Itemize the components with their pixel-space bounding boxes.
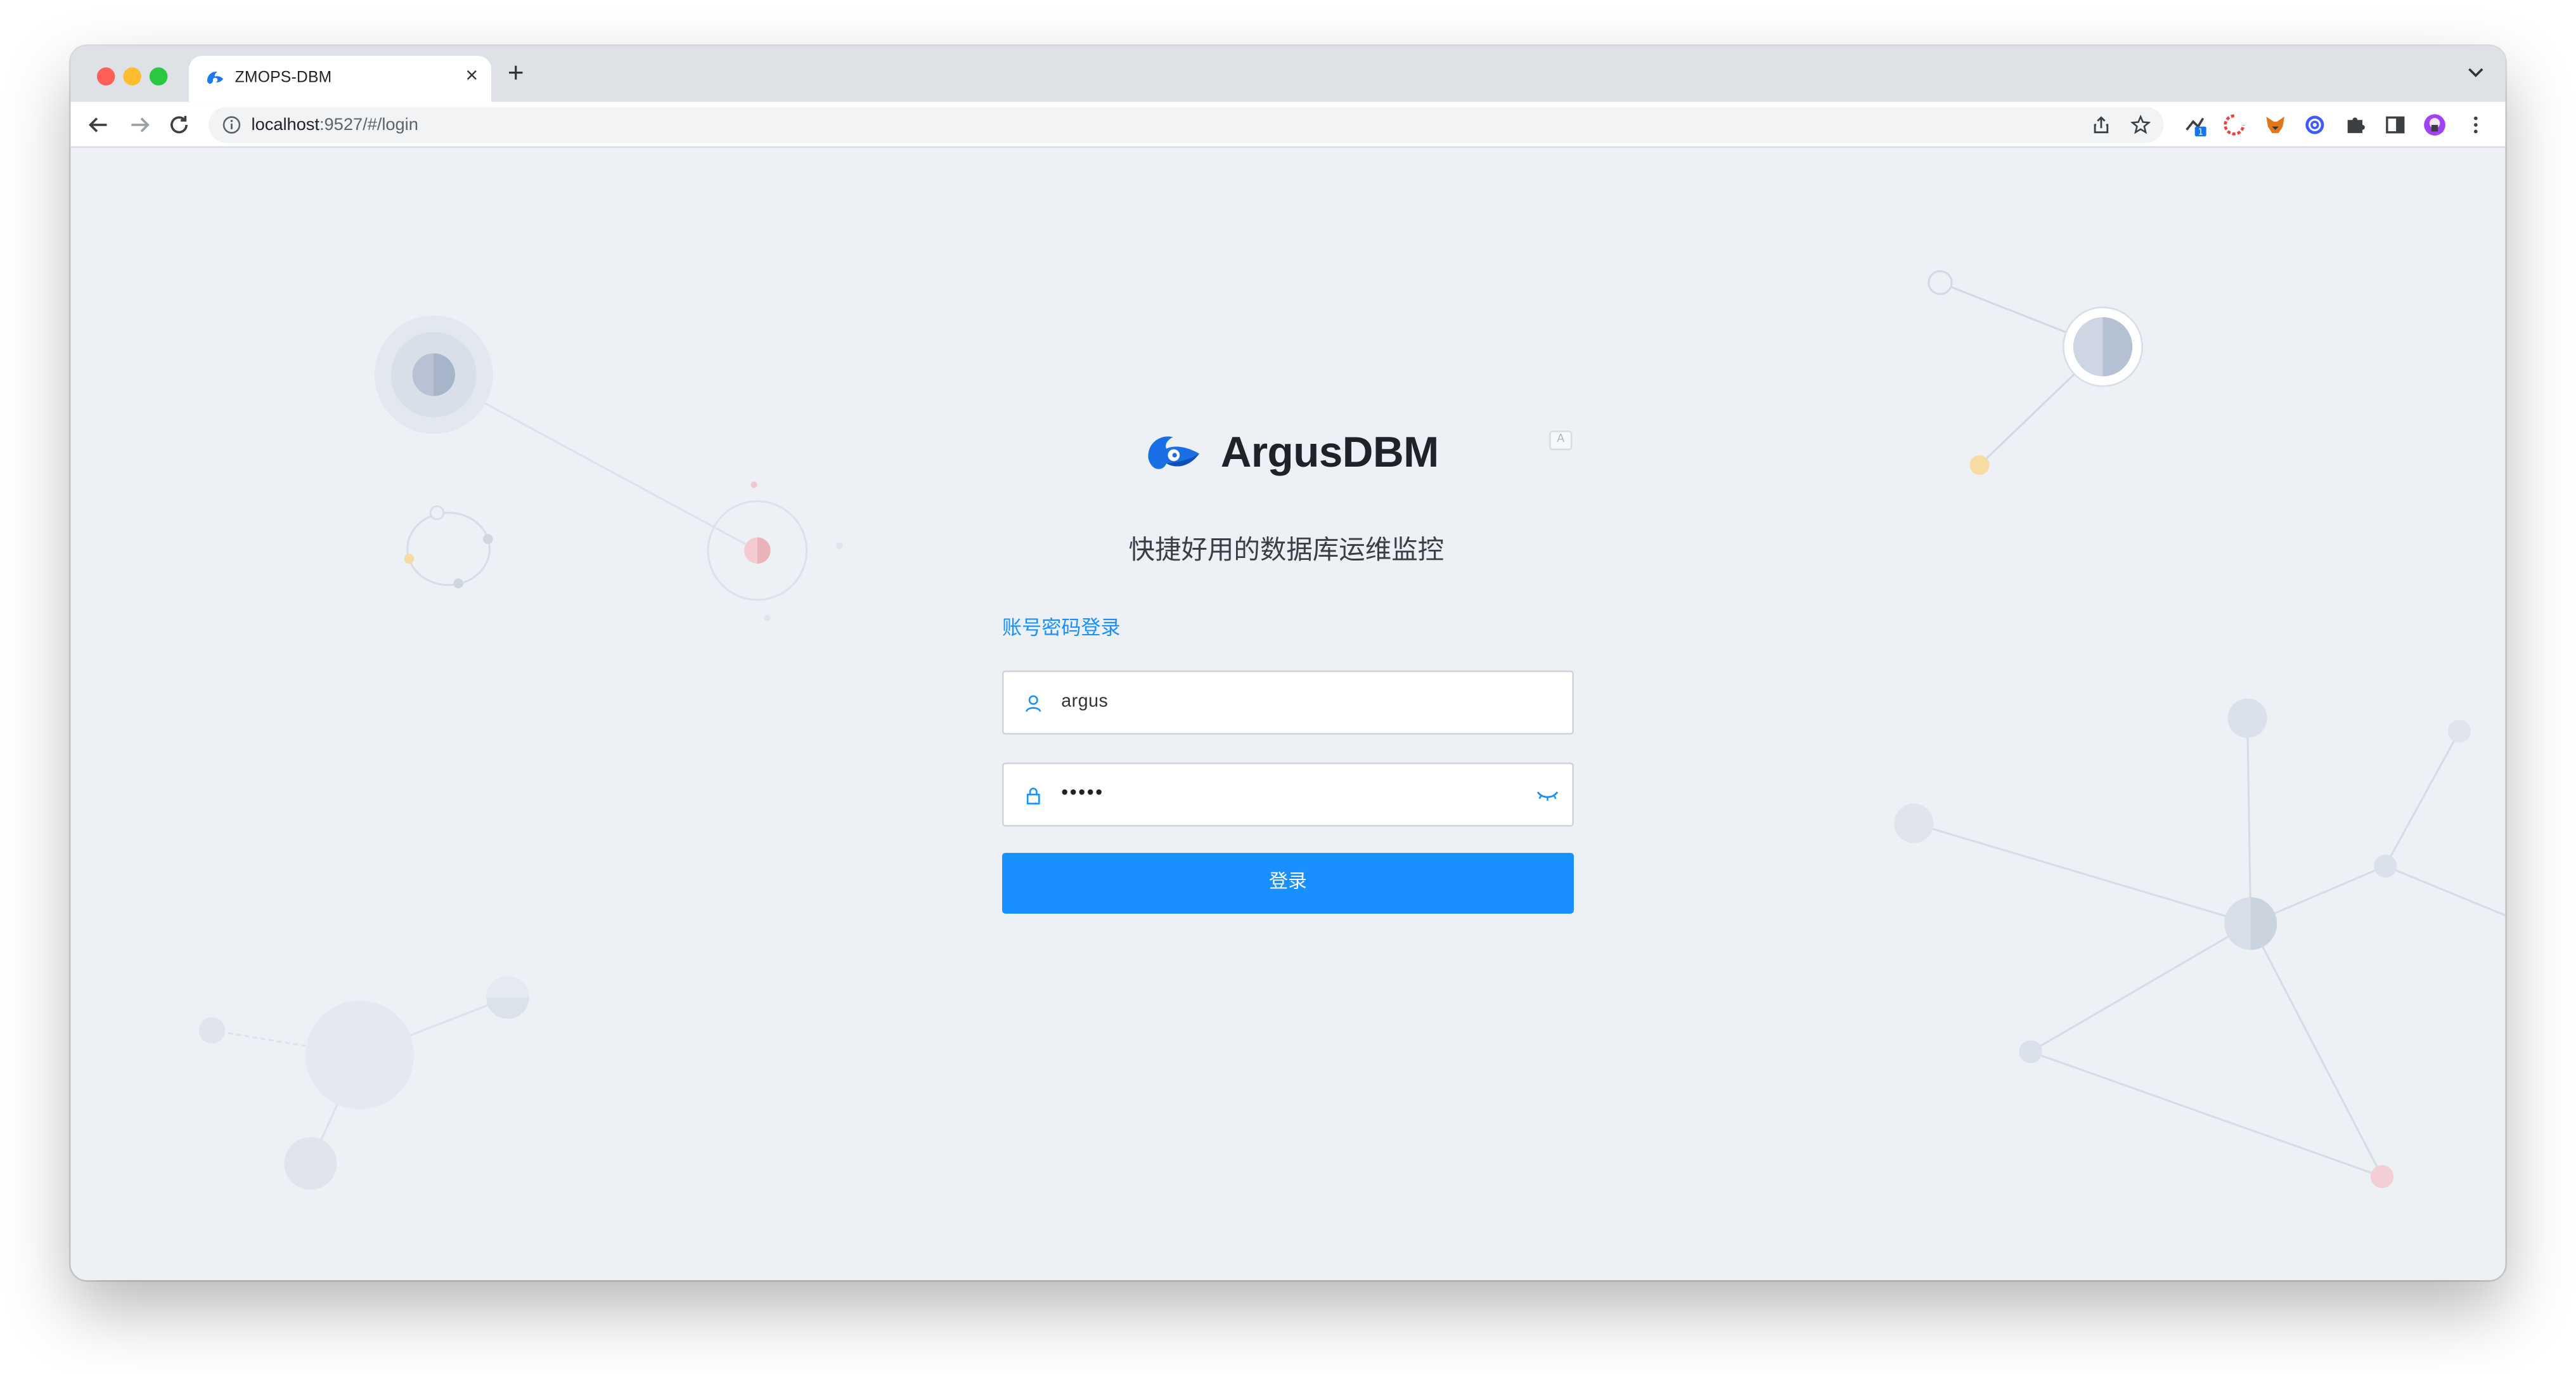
login-page: ArgusDBM A 快捷好用的数据库运维监控 账号密码登录 argus •••… (70, 149, 2506, 1281)
user-icon (1026, 695, 1041, 712)
close-window-button[interactable] (96, 67, 115, 86)
arrow-right-icon[interactable] (127, 112, 153, 138)
extension-red-icon[interactable] (2223, 113, 2246, 136)
side-panel-icon[interactable] (2384, 113, 2407, 136)
arrow-left-icon[interactable] (86, 112, 112, 138)
username-value[interactable]: argus (1061, 692, 1108, 711)
brand-title: ArgusDBM (1220, 427, 1439, 477)
translate-icon[interactable]: A (1549, 431, 1573, 451)
tab-account-password-login[interactable]: 账号密码登录 (1002, 613, 1121, 641)
tab-bar: ZMOPS-DBM × + (70, 46, 2506, 102)
reload-icon[interactable] (166, 112, 192, 138)
tab-title: ZMOPS-DBM (235, 68, 332, 87)
extension-blue-icon[interactable] (2303, 113, 2326, 136)
profile-avatar[interactable] (2423, 113, 2446, 136)
puzzle-icon[interactable] (2344, 113, 2367, 136)
browser-toolbar: localhost:9527/#/login 1 (70, 101, 2506, 148)
star-icon[interactable] (2130, 115, 2151, 134)
lock-icon (1026, 787, 1040, 805)
argus-favicon-icon (207, 72, 224, 84)
password-value[interactable]: ••••• (1061, 781, 1104, 803)
extension-badge-icon[interactable]: 1 (2184, 113, 2206, 137)
metamask-fox-icon[interactable] (2264, 113, 2287, 136)
eye-invisible-icon[interactable] (1536, 787, 1559, 803)
info-icon[interactable] (222, 115, 242, 134)
page-subtitle: 快捷好用的数据库运维监控 (1128, 537, 1445, 566)
address-bar[interactable]: localhost:9527/#/login (209, 107, 2164, 143)
chevron-down-icon[interactable] (2466, 62, 2485, 82)
url-host: localhost (251, 115, 319, 135)
url-text[interactable]: localhost:9527/#/login (252, 115, 418, 134)
extension-badge-count: 1 (2198, 128, 2203, 137)
login-button[interactable]: 登录 (1001, 853, 1574, 914)
browser-window: ZMOPS-DBM × + localhost:9527/#/login 1 A… (70, 46, 2506, 1281)
tab-close-icon[interactable]: × (466, 63, 479, 87)
argus-logo-icon (1148, 436, 1200, 469)
kebab-menu-icon[interactable] (2464, 113, 2487, 136)
browser-tab[interactable]: ZMOPS-DBM × (189, 56, 491, 102)
username-field[interactable]: argus (1001, 670, 1574, 735)
password-field[interactable]: ••••• (1001, 762, 1574, 827)
url-path: :9527/#/login (319, 115, 418, 135)
maximize-window-button[interactable] (149, 67, 168, 86)
minimize-window-button[interactable] (123, 67, 141, 86)
new-tab-button[interactable]: + (508, 58, 524, 89)
share-icon[interactable] (2091, 115, 2111, 134)
